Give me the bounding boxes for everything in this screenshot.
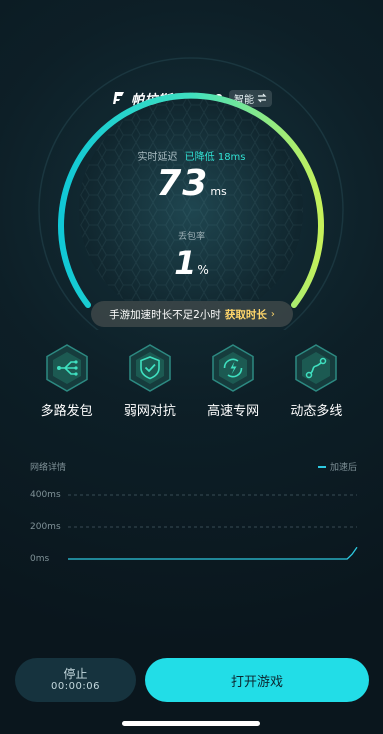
- feature-dynamic-route[interactable]: 动态多线: [275, 342, 358, 422]
- feature-list: 多路发包 弱网对抗 高速专网 动态多线: [25, 342, 358, 422]
- packet-loss-value: 1%: [0, 244, 383, 282]
- latency-value: 73 ms: [0, 163, 383, 204]
- legend-swatch: [317, 465, 326, 468]
- series-line: [68, 546, 358, 560]
- packet-loss-number: 1: [174, 244, 197, 282]
- gauge-hex-pattern: [79, 98, 303, 322]
- feature-dynamic-route-label: 动态多线: [290, 404, 343, 419]
- notice-text: 手游加速时长不足2小时: [109, 308, 221, 321]
- shield-check-icon: [129, 344, 171, 392]
- feature-high-speed[interactable]: 高速专网: [192, 342, 275, 422]
- feature-high-speed-label: 高速专网: [207, 404, 260, 419]
- time-notice-banner[interactable]: 手游加速时长不足2小时 获取时长 ›: [91, 301, 293, 327]
- latency-label: 实时延迟: [137, 152, 178, 163]
- home-indicator: [122, 721, 260, 726]
- latency-row: 实时延迟 已降低 18ms: [0, 148, 383, 163]
- feature-weak-network[interactable]: 弱网对抗: [108, 342, 191, 422]
- open-game-button[interactable]: 打开游戏: [145, 658, 369, 702]
- feature-multipath-label: 多路发包: [40, 404, 93, 419]
- feature-multipath[interactable]: 多路发包: [25, 342, 108, 422]
- multipath-icon: [45, 344, 88, 392]
- get-time-link[interactable]: 获取时长: [225, 307, 267, 322]
- packet-loss-unit: %: [197, 263, 209, 277]
- feature-weak-network-label: 弱网对抗: [123, 404, 176, 419]
- stop-label: 停止: [63, 666, 88, 681]
- network-detail-title: 网络详情: [30, 463, 67, 473]
- session-timer: 00:00:06: [51, 681, 100, 693]
- packet-loss-label: 丢包率: [177, 232, 205, 242]
- latency-number: 73: [156, 163, 209, 204]
- lightning-cycle-icon: [212, 344, 254, 392]
- stop-button[interactable]: 停止 00:00:06: [15, 658, 136, 702]
- latency-unit: ms: [210, 185, 227, 198]
- legend-label: 加速后: [329, 463, 357, 473]
- network-line-chart: [68, 494, 358, 560]
- dynamic-route-icon: [295, 344, 338, 392]
- chevron-right-icon: ›: [270, 308, 275, 320]
- chart-legend: 加速后: [317, 460, 357, 473]
- latency-reduced: 已降低 18ms: [184, 152, 246, 163]
